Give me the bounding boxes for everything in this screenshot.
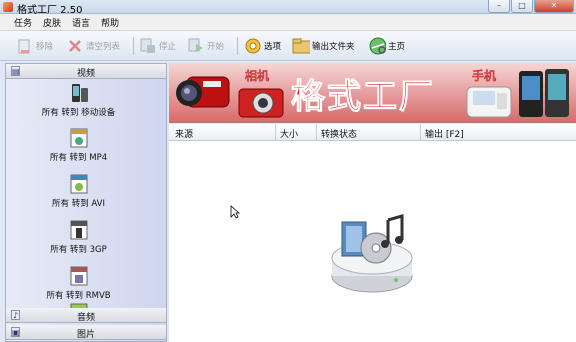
menu-help[interactable]: 帮助 [101,16,119,29]
category-video-label: 视频 [76,69,95,79]
start-button[interactable]: 开始 [187,35,224,57]
clear-list-label: 清空列表 [86,42,121,52]
menu-language[interactable]: 语言 [72,16,90,29]
avi-file-icon [70,174,88,194]
format-factory-logo-icon [331,214,413,293]
start-icon [187,37,205,55]
globe-icon [368,37,386,55]
camcorder-icon [176,76,230,108]
list-item-label: 所有 转到 3GP [50,245,107,255]
banner-camera-label: 相机 [245,69,270,83]
toolbar: 移除 清空列表 停止 开始 选项 输出文件夹 主页 [0,31,576,61]
task-table-header: 来源 大小 转换状态 输出 [F2] [169,124,576,141]
category-video[interactable]: ▤ 视频 [6,64,166,79]
banner: 相机 格式工厂 手机 [169,63,576,123]
clear-icon [66,37,84,55]
stop-label: 停止 [159,42,177,52]
rmvb-file-icon [70,266,88,286]
menu-bar: 任务 皮肤 语言 帮助 [0,14,576,31]
clear-list-button[interactable]: 清空列表 [66,35,120,57]
category-image[interactable]: ▣ 图片 [6,325,166,340]
output-folder-button[interactable]: 输出文件夹 [292,35,355,57]
remove-label: 移除 [36,42,54,52]
menu-task[interactable]: 任务 [14,16,32,29]
list-item[interactable]: 所有 转到 MP4 [6,128,151,163]
smartphone-icon [519,69,569,117]
maximize-button[interactable]: □ [511,0,533,13]
list-item[interactable]: 所有 转到 移动设备 [6,83,151,118]
category-image-label: 图片 [76,330,95,340]
folder-icon [292,37,310,55]
remove-icon [16,37,34,55]
start-label: 开始 [207,42,225,52]
gear-icon [244,37,262,55]
home-label: 主页 [388,42,406,52]
list-item[interactable]: 所有 转到 AVI [6,174,151,209]
mouse-cursor-icon [230,205,240,219]
minimize-button[interactable]: – [488,0,510,13]
remove-button[interactable]: 移除 [16,35,53,57]
mobile-device-icon [70,83,88,103]
title-bar: 格式工厂 2.50 – □ ✕ [0,0,576,16]
column-source[interactable]: 来源 [175,127,193,140]
video-format-list: 所有 转到 移动设备 所有 转到 MP4 所有 转到 AVI 所有 转到 3GP… [6,79,166,319]
list-item[interactable]: 所有 转到 RMVB [6,266,151,301]
banner-title: 格式工厂 [291,77,435,118]
list-item[interactable]: 所有 转到 3GP [6,220,151,255]
stop-button[interactable]: 停止 [139,35,176,57]
phone-icon [466,86,512,118]
home-button[interactable]: 主页 [368,35,405,57]
output-folder-label: 输出文件夹 [312,42,355,52]
category-audio-label: 音频 [76,313,95,323]
mp4-file-icon [70,128,88,148]
list-item-label: 所有 转到 MP4 [49,153,108,163]
3gp-file-icon [70,220,88,240]
column-output[interactable]: 输出 [F2] [425,127,464,140]
stop-icon [139,37,157,55]
list-item-label: 所有 转到 移动设备 [41,108,116,118]
close-button[interactable]: ✕ [534,0,574,13]
column-size[interactable]: 大小 [280,127,298,140]
list-item-label: 所有 转到 RMVB [46,291,111,301]
category-panel: ▤ 视频 所有 转到 移动设备 所有 转到 MP4 所有 转到 AVI 所有 转… [5,63,167,342]
category-audio[interactable]: ♪ 音频 [6,308,166,323]
app-icon [3,2,13,12]
camera-icon [238,88,284,118]
menu-skin[interactable]: 皮肤 [43,16,61,29]
options-label: 选项 [264,42,282,52]
column-status[interactable]: 转换状态 [321,127,357,140]
list-item-label: 所有 转到 AVI [52,199,105,209]
options-button[interactable]: 选项 [244,35,281,57]
